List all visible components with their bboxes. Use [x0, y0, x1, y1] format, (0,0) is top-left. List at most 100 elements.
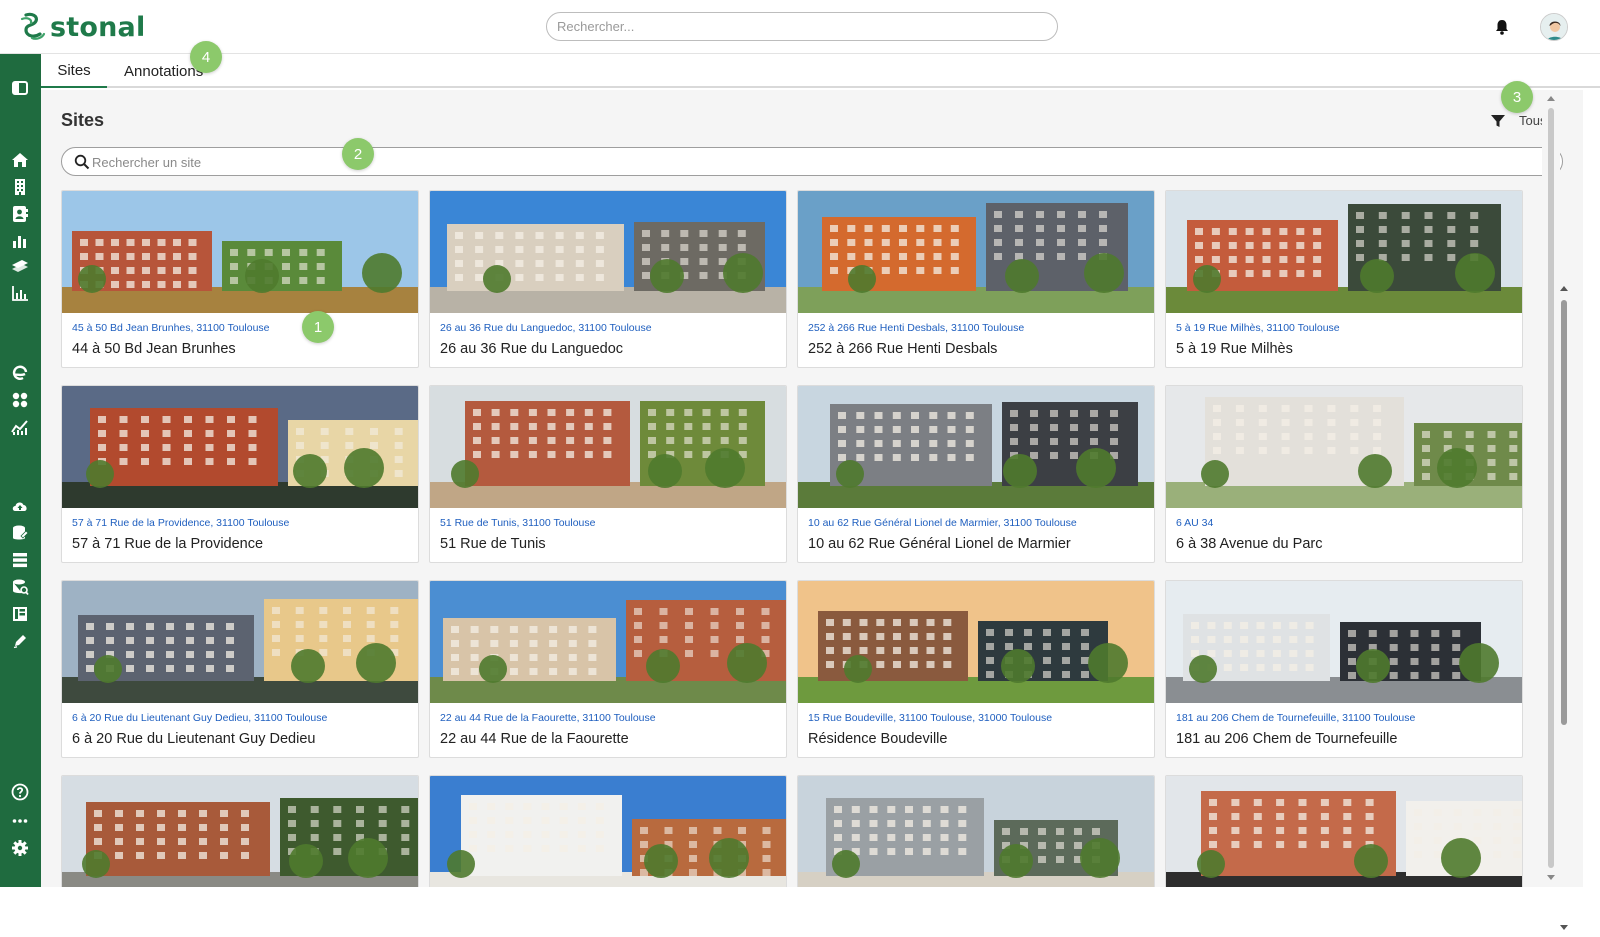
database-edit-icon[interactable] — [10, 523, 30, 543]
site-address: 10 au 62 Rue Général Lionel de Marmier, … — [808, 517, 1077, 529]
more-icon[interactable] — [10, 811, 30, 831]
site-card[interactable]: 57 à 71 Rue de la Providence, 31100 Toul… — [61, 385, 419, 563]
scroll-up-icon[interactable] — [1559, 284, 1569, 292]
database-search-icon[interactable] — [10, 577, 30, 597]
page-scroll-down-icon[interactable] — [1546, 874, 1556, 882]
site-photo-image — [62, 776, 418, 887]
site-photo — [430, 581, 786, 703]
site-address: 252 à 266 Rue Henti Desbals, 31100 Toulo… — [808, 322, 1025, 334]
bell-icon[interactable] — [1493, 18, 1511, 36]
building-icon[interactable] — [10, 177, 30, 197]
site-name: 51 Rue de Tunis — [440, 536, 546, 552]
site-card[interactable]: 181 au 206 Chem de Tournefeuille, 31100 … — [1165, 580, 1523, 758]
site-photo-image — [798, 386, 1154, 508]
site-card[interactable] — [1165, 775, 1523, 887]
site-name: 5 à 19 Rue Milhès — [1176, 341, 1293, 357]
collapse-icon[interactable] — [10, 78, 30, 98]
global-search-input[interactable] — [546, 12, 1058, 41]
site-card[interactable]: 6 AU 34 6 à 38 Avenue du Parc — [1165, 385, 1523, 563]
site-photo-image — [1166, 776, 1522, 887]
stonal-logo[interactable]: stonal — [20, 10, 145, 44]
user-avatar-icon — [1541, 14, 1567, 40]
site-card[interactable]: 252 à 266 Rue Henti Desbals, 31100 Toulo… — [797, 190, 1155, 368]
avatar[interactable] — [1540, 13, 1568, 41]
site-photo — [430, 776, 786, 887]
settings-icon[interactable] — [10, 838, 30, 858]
layers-icon[interactable] — [10, 257, 30, 277]
site-photo — [62, 191, 418, 313]
pen-icon[interactable] — [10, 631, 30, 651]
site-card[interactable]: 51 Rue de Tunis, 31100 Toulouse 51 Rue de… — [429, 385, 787, 563]
site-name: 6 à 20 Rue du Lieutenant Guy Dedieu — [72, 731, 316, 747]
site-search-input[interactable] — [92, 152, 1542, 172]
site-photo — [430, 191, 786, 313]
tab-bar: Sites Annotations — [41, 54, 1600, 88]
site-photo-image — [430, 776, 786, 887]
help-icon[interactable] — [10, 782, 30, 802]
annotation-badge-2: 2 — [342, 138, 374, 170]
site-photo — [1166, 386, 1522, 508]
site-photo-image — [1166, 191, 1522, 313]
site-name: 181 au 206 Chem de Tournefeuille — [1176, 731, 1398, 747]
page-scrollbar-thumb[interactable] — [1548, 108, 1554, 868]
site-search[interactable] — [61, 147, 1563, 176]
apps-icon[interactable] — [10, 390, 30, 410]
contacts-icon[interactable] — [10, 204, 30, 224]
annotation-badge-3: 3 — [1501, 81, 1533, 113]
site-card[interactable]: 6 à 20 Rue du Lieutenant Guy Dedieu, 311… — [61, 580, 419, 758]
logo-mark-icon — [20, 12, 46, 40]
page-scroll-up-icon[interactable] — [1546, 94, 1556, 102]
site-address: 22 au 44 Rue de la Faourette, 31100 Toul… — [440, 712, 656, 724]
sidebar — [0, 54, 41, 887]
site-name: 22 au 44 Rue de la Faourette — [440, 731, 629, 747]
logo-text: stonal — [50, 11, 146, 43]
scroll-down-icon[interactable] — [1559, 924, 1569, 932]
site-card[interactable]: 45 à 50 Bd Jean Brunhes, 31100 Toulouse 4… — [61, 190, 419, 368]
site-card[interactable]: 10 au 62 Rue Général Lionel de Marmier, … — [797, 385, 1155, 563]
top-bar: stonal — [0, 0, 1600, 54]
cloud-upload-icon[interactable] — [10, 496, 30, 516]
site-card[interactable]: 15 Rue Boudeville, 31100 Toulouse, 31000… — [797, 580, 1155, 758]
tab-sites[interactable]: Sites — [41, 54, 107, 88]
search-icon — [74, 154, 90, 170]
page-scrollbar[interactable] — [1542, 90, 1560, 887]
site-card[interactable]: 26 au 36 Rue du Languedoc, 31100 Toulous… — [429, 190, 787, 368]
site-photo — [798, 776, 1154, 887]
site-photo — [62, 581, 418, 703]
site-name: 57 à 71 Rue de la Providence — [72, 536, 264, 552]
grid-scrollbar-thumb[interactable] — [1561, 300, 1567, 725]
list-icon[interactable] — [10, 550, 30, 570]
site-photo — [430, 386, 786, 508]
analytics-icon[interactable] — [10, 283, 30, 303]
site-address: 5 à 19 Rue Milhès, 31100 Toulouse — [1176, 322, 1340, 334]
site-address: 51 Rue de Tunis, 31100 Toulouse — [440, 517, 596, 529]
site-photo-image — [1166, 581, 1522, 703]
home-icon[interactable] — [10, 150, 30, 170]
sites-grid: 45 à 50 Bd Jean Brunhes, 31100 Toulouse 4… — [61, 190, 1527, 887]
site-name: 6 à 38 Avenue du Parc — [1176, 536, 1323, 552]
site-photo-image — [62, 191, 418, 313]
site-photo — [798, 191, 1154, 313]
site-address: 6 AU 34 — [1176, 517, 1214, 529]
bar-chart-icon[interactable] — [10, 231, 30, 251]
grid-scrollbar[interactable] — [1559, 280, 1571, 937]
site-photo-image — [430, 191, 786, 313]
site-name: 252 à 266 Rue Henti Desbals — [808, 341, 998, 357]
filter-button[interactable]: Tous — [1491, 113, 1546, 128]
site-card[interactable] — [61, 775, 419, 887]
filter-icon — [1491, 114, 1505, 127]
site-card[interactable]: 22 au 44 Rue de la Faourette, 31100 Toul… — [429, 580, 787, 758]
site-card[interactable] — [797, 775, 1155, 887]
refresh-icon[interactable] — [10, 363, 30, 383]
site-address: 45 à 50 Bd Jean Brunhes, 31100 Toulouse — [72, 322, 270, 334]
site-name: 26 au 36 Rue du Languedoc — [440, 341, 624, 357]
page-title: Sites — [61, 110, 105, 130]
site-card[interactable] — [429, 775, 787, 887]
site-photo — [62, 776, 418, 887]
trend-icon[interactable] — [10, 417, 30, 437]
site-card[interactable]: 5 à 19 Rue Milhès, 31100 Toulouse 5 à 19 … — [1165, 190, 1523, 368]
site-photo — [1166, 191, 1522, 313]
site-address: 181 au 206 Chem de Tournefeuille, 31100 … — [1176, 712, 1416, 724]
site-photo — [1166, 581, 1522, 703]
table-icon[interactable] — [10, 604, 30, 624]
